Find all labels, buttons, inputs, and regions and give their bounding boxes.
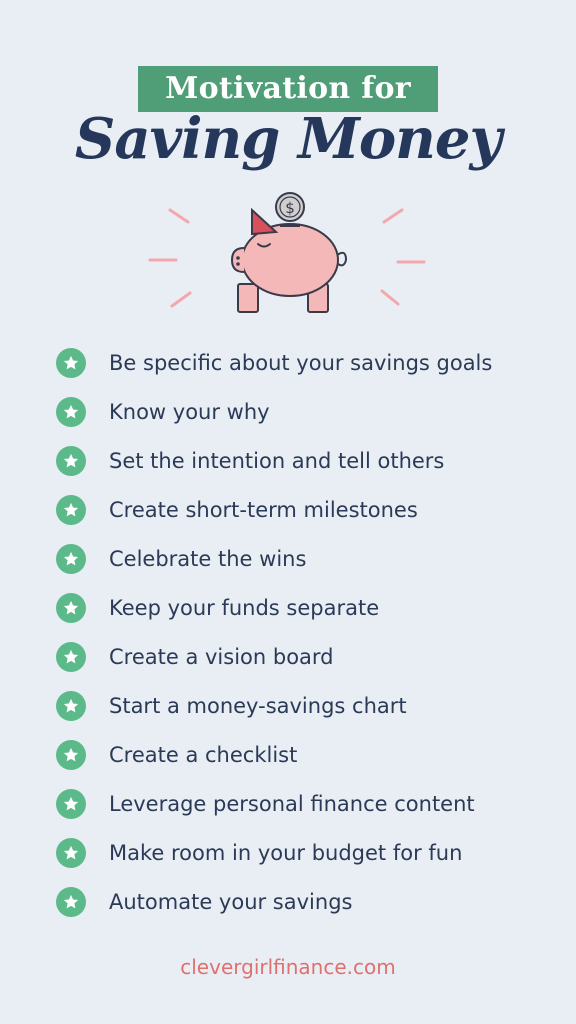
list-item: Create a checklist (56, 730, 556, 779)
star-icon (56, 396, 86, 427)
list-item: Make room in your budget for fun (56, 828, 556, 877)
star-icon (56, 445, 86, 476)
star-icon (56, 690, 86, 721)
list-item: Set the intention and tell others (56, 436, 556, 485)
list-item-label: Know your why (109, 399, 270, 424)
star-icon (56, 592, 86, 623)
list-item: Leverage personal finance content (56, 779, 556, 828)
page-title: Saving Money (74, 106, 502, 172)
list-item-label: Set the intention and tell others (109, 448, 445, 473)
list-item: Keep your funds separate (56, 583, 556, 632)
list-item: Celebrate the wins (56, 534, 556, 583)
list-item-label: Be specific about your savings goals (109, 350, 493, 375)
list-item-label: Make room in your budget for fun (109, 840, 463, 865)
star-icon (56, 788, 86, 819)
footer-site: clevergirlfinance.com (180, 955, 396, 979)
list-item: Create a vision board (56, 632, 556, 681)
list-item-label: Create short-term milestones (109, 497, 418, 522)
list-item-label: Celebrate the wins (109, 546, 307, 571)
motivation-list: Be specific about your savings goals Know… (56, 338, 556, 926)
list-item-label: Start a money-savings chart (109, 693, 407, 718)
list-item-label: Leverage personal finance content (109, 791, 475, 816)
star-icon (56, 347, 86, 378)
star-icon (56, 886, 86, 917)
list-item: Start a money-savings chart (56, 681, 556, 730)
list-item: Create short-term milestones (56, 485, 556, 534)
star-icon (56, 641, 86, 672)
sparkle-lines-left (148, 208, 192, 308)
list-item-label: Create a vision board (109, 644, 334, 669)
star-icon (56, 494, 86, 525)
list-item: Know your why (56, 387, 556, 436)
list-item-label: Create a checklist (109, 742, 298, 767)
coin-symbol: $ (285, 199, 295, 217)
sparkle-lines-right (380, 208, 426, 306)
list-item: Be specific about your savings goals (56, 338, 556, 387)
coin-icon: $ (275, 192, 305, 222)
list-item-label: Keep your funds separate (109, 595, 380, 620)
list-item-label: Automate your savings (109, 889, 353, 914)
star-icon (56, 543, 86, 574)
list-item: Automate your savings (56, 877, 556, 926)
star-icon (56, 837, 86, 868)
star-icon (56, 739, 86, 770)
piggy-bank-icon: $ (148, 192, 426, 313)
